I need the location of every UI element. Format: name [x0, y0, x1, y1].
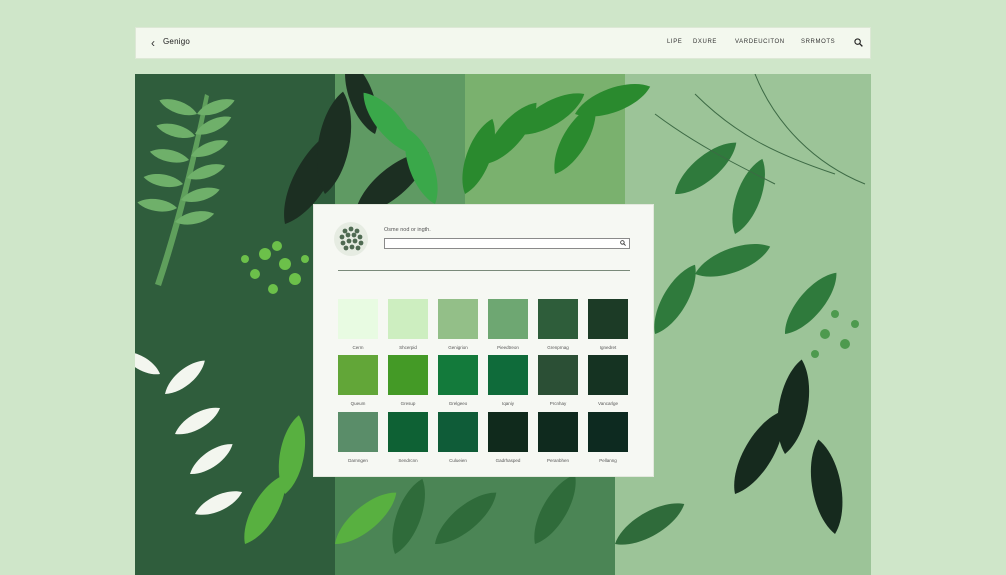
color-swatch-label: Cerm	[352, 345, 364, 350]
color-swatch-label: Sendrcnn	[398, 458, 418, 463]
color-swatch[interactable]	[488, 412, 528, 452]
color-swatch[interactable]	[488, 355, 528, 395]
top-navigation-bar: ‹ Genigo LIPE DXURE VARDEUCITON SRRMOTS	[135, 27, 871, 59]
search-icon[interactable]	[620, 240, 626, 246]
color-swatch[interactable]	[488, 299, 528, 339]
nav-item-4[interactable]: SRRMOTS	[801, 39, 835, 45]
color-swatch[interactable]	[338, 299, 378, 339]
color-swatch[interactable]	[538, 299, 578, 339]
search-input[interactable]	[385, 246, 619, 256]
color-swatch-label: Culueien	[449, 458, 467, 463]
color-swatch[interactable]	[338, 412, 378, 452]
color-swatch[interactable]	[438, 412, 478, 452]
color-swatch[interactable]	[388, 412, 428, 452]
color-swatch-label: Genigrion	[448, 345, 468, 350]
color-swatch[interactable]	[538, 355, 578, 395]
color-swatch[interactable]	[388, 299, 428, 339]
nav-item-3[interactable]: VARDEUCITON	[735, 39, 785, 45]
nav-item-1[interactable]: LIPE	[667, 39, 682, 45]
color-swatch-label: Shcerpid	[399, 345, 417, 350]
color-swatch[interactable]	[538, 412, 578, 452]
color-swatch-label: Prcnhay	[549, 401, 567, 406]
color-swatch-label: Ignedret	[599, 345, 617, 350]
color-swatch-label: Darnngen	[348, 458, 368, 463]
divider	[338, 270, 630, 271]
color-swatch[interactable]	[338, 355, 378, 395]
search-field[interactable]	[384, 238, 630, 256]
search-icon[interactable]	[854, 38, 863, 47]
brand-name[interactable]: Genigo	[163, 37, 190, 46]
color-swatch[interactable]	[438, 299, 478, 339]
color-swatch-label: Pellanng	[599, 458, 617, 463]
color-swatch-label: Pieedtreon	[497, 345, 519, 350]
color-swatch-label: Gresup	[400, 401, 416, 406]
color-swatch-label: Vancarlge	[598, 401, 618, 406]
color-swatch[interactable]	[588, 299, 628, 339]
color-swatch-label: Peranbhen	[546, 458, 570, 463]
leaf-cluster-icon	[334, 222, 368, 256]
color-picker-panel: Osme nod or ingth. Cerm Shcerpid Genigrion…	[313, 204, 654, 477]
color-swatch-label: Grenprnag	[547, 345, 569, 350]
color-swatch-label: Gadrhasped	[495, 458, 521, 463]
prompt-label: Osme nod or ingth.	[384, 227, 431, 233]
color-swatch-label: Grelgeeo	[448, 401, 468, 406]
chevron-left-icon[interactable]: ‹	[146, 35, 160, 51]
nav-item-2[interactable]: DXURE	[693, 39, 717, 45]
color-swatch-label: Iqaniy	[501, 401, 514, 406]
color-swatch[interactable]	[588, 412, 628, 452]
color-swatch-label: Queum	[350, 401, 366, 406]
color-swatch[interactable]	[438, 355, 478, 395]
color-swatch[interactable]	[588, 355, 628, 395]
color-swatch[interactable]	[388, 355, 428, 395]
